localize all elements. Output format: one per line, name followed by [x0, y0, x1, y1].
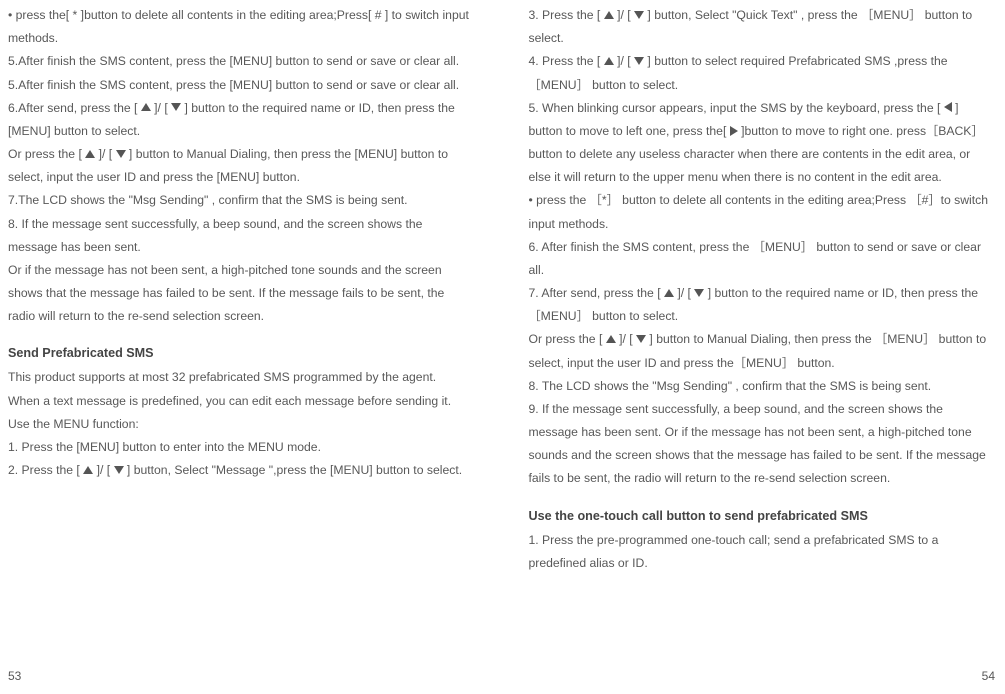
down-arrow-icon	[114, 466, 124, 474]
page-right: 3. Press the [ ]/ [ ] button, Select "Qu…	[503, 0, 1005, 694]
down-arrow-icon	[634, 11, 644, 19]
right-content: 3. Press the [ ]/ [ ] button, Select "Qu…	[529, 4, 996, 684]
body-text: 2. Press the [ ]/ [ ] button, Select "Me…	[8, 459, 475, 482]
down-arrow-icon	[171, 103, 181, 111]
body-text: 4. Press the [ ]/ [ ] button to select r…	[529, 50, 996, 96]
down-arrow-icon	[116, 150, 126, 158]
up-arrow-icon	[606, 335, 616, 343]
body-text: 3. Press the [ ]/ [ ] button, Select "Qu…	[529, 4, 996, 50]
up-arrow-icon	[141, 103, 151, 111]
page-left: • press the[ * ]button to delete all con…	[0, 0, 503, 694]
body-text: Or if the message has not been sent, a h…	[8, 259, 475, 329]
body-text: This product supports at most 32 prefabr…	[8, 366, 475, 389]
page-number-left: 53	[8, 665, 21, 688]
body-text: 5.After finish the SMS content, press th…	[8, 50, 475, 73]
down-arrow-icon	[694, 289, 704, 297]
body-text: When a text message is predefined, you c…	[8, 390, 475, 413]
section-heading: Send Prefabricated SMS	[8, 342, 475, 366]
page-number-right: 54	[982, 665, 995, 688]
body-text: 9. If the message sent successfully, a b…	[529, 398, 996, 491]
body-text: 8. The LCD shows the "Msg Sending" , con…	[529, 375, 996, 398]
body-text: • press the[ * ]button to delete all con…	[8, 4, 475, 50]
left-content: • press the[ * ]button to delete all con…	[8, 4, 475, 684]
section-heading: Use the one-touch call button to send pr…	[529, 505, 996, 529]
body-text: 7. After send, press the [ ]/ [ ] button…	[529, 282, 996, 328]
body-text: • press the ［*］ button to delete all con…	[529, 189, 996, 235]
left-arrow-icon	[944, 102, 952, 112]
up-arrow-icon	[85, 150, 95, 158]
body-text: 8. If the message sent successfully, a b…	[8, 213, 475, 259]
body-text: 5.After finish the SMS content, press th…	[8, 74, 475, 97]
right-arrow-icon	[730, 126, 738, 136]
body-text: Or press the [ ]/ [ ] button to Manual D…	[529, 328, 996, 374]
body-text: Or press the [ ]/ [ ] button to Manual D…	[8, 143, 475, 189]
up-arrow-icon	[83, 466, 93, 474]
up-arrow-icon	[664, 289, 674, 297]
body-text: Use the MENU function:	[8, 413, 475, 436]
body-text: 6. After finish the SMS content, press t…	[529, 236, 996, 282]
down-arrow-icon	[634, 57, 644, 65]
body-text: 7.The LCD shows the "Msg Sending" , conf…	[8, 189, 475, 212]
body-text: 6.After send, press the [ ]/ [ ] button …	[8, 97, 475, 143]
body-text: 1. Press the pre-programmed one-touch ca…	[529, 529, 996, 575]
up-arrow-icon	[604, 11, 614, 19]
body-text: 5. When blinking cursor appears, input t…	[529, 97, 996, 190]
body-text: 1. Press the [MENU] button to enter into…	[8, 436, 475, 459]
up-arrow-icon	[604, 57, 614, 65]
down-arrow-icon	[636, 335, 646, 343]
